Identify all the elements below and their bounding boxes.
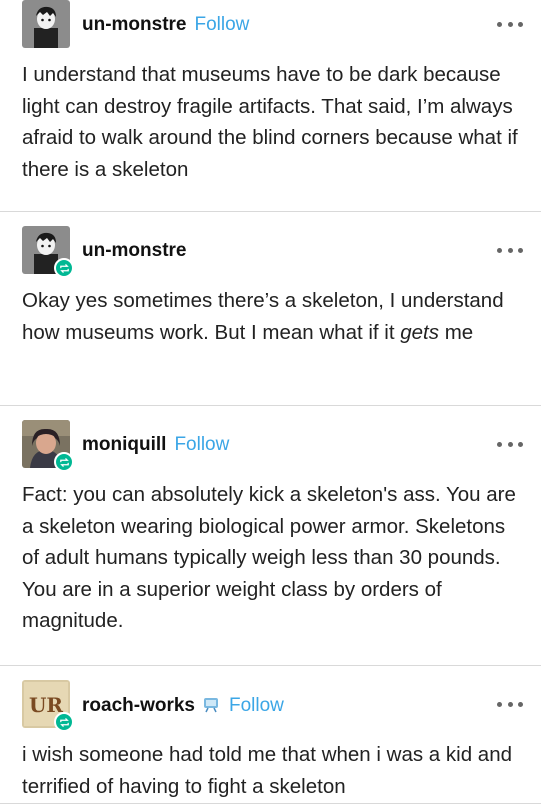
more-options-icon[interactable] bbox=[497, 245, 523, 255]
post-text: Okay yes sometimes there’s a skeleton, I… bbox=[22, 289, 504, 344]
follow-button[interactable]: Follow bbox=[195, 14, 250, 35]
post-text: Fact: you can absolutely kick a skeleton… bbox=[22, 483, 516, 632]
reblog-icon bbox=[54, 258, 74, 278]
avatar[interactable] bbox=[22, 420, 74, 472]
reblog-icon bbox=[54, 712, 74, 732]
badge-icon bbox=[203, 698, 218, 713]
post-3: moniquill Follow Fact: you can absolutely… bbox=[0, 406, 541, 666]
post-username[interactable]: un-monstre bbox=[82, 240, 187, 262]
more-options-icon[interactable] bbox=[497, 439, 523, 449]
post-text: I understand that museums have to be dar… bbox=[22, 63, 518, 181]
post-username[interactable]: moniquill Follow bbox=[82, 434, 229, 456]
follow-button[interactable]: Follow bbox=[174, 434, 229, 455]
post-username[interactable]: un-monstre Follow bbox=[82, 14, 249, 36]
post-1: un-monstre Follow I understand that museu… bbox=[0, 0, 541, 212]
more-options-icon[interactable] bbox=[497, 19, 523, 29]
reblog-icon bbox=[54, 452, 74, 472]
cartoon-boy-avatar-icon bbox=[22, 0, 70, 48]
post-text: i wish someone had told me that when i w… bbox=[22, 743, 512, 798]
avatar[interactable] bbox=[22, 226, 74, 278]
avatar[interactable] bbox=[22, 0, 70, 48]
post-2: un-monstre Okay yes sometimes there’s a … bbox=[0, 212, 541, 406]
avatar[interactable]: UR bbox=[22, 680, 74, 732]
more-options-icon[interactable] bbox=[497, 699, 523, 709]
post-4: UR roach-works Follow i wish someone had… bbox=[0, 666, 541, 804]
post-username[interactable]: roach-works Follow bbox=[82, 694, 284, 717]
follow-button[interactable]: Follow bbox=[229, 695, 284, 716]
